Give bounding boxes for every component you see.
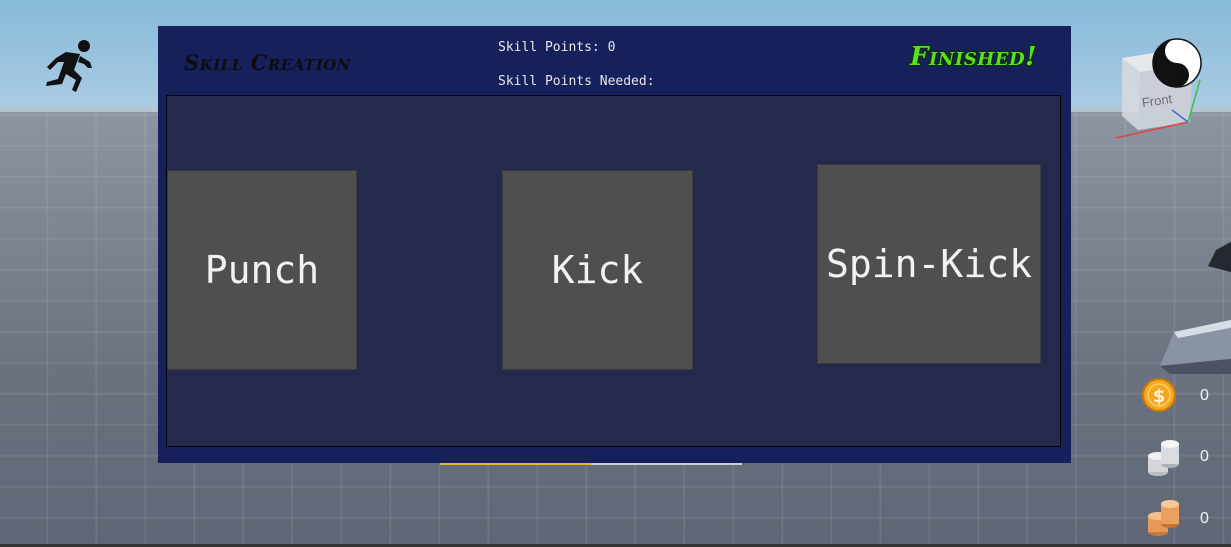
progress-fill (440, 463, 591, 465)
panel-title: Skill Creation (184, 50, 352, 75)
silver-coins-icon (1148, 440, 1179, 476)
dark-rock (1208, 241, 1231, 273)
skill-button-spin-kick[interactable]: Spin-Kick (817, 164, 1041, 364)
svg-text:$: $ (1153, 386, 1166, 407)
grey-wedge-block (1160, 319, 1231, 374)
yin-yang-icon (1152, 38, 1202, 88)
skill-points-needed-label: Skill Points Needed: (498, 74, 655, 89)
sprint-icon[interactable] (36, 38, 98, 94)
skill-points-label: Skill Points: 0 (498, 40, 616, 55)
gold-amount: 0 (1200, 387, 1209, 404)
currency-silver: 0 (1140, 438, 1230, 478)
progress-bar (440, 463, 742, 465)
skill-button-kick[interactable]: Kick (502, 170, 693, 370)
view-cube[interactable]: Front (1108, 36, 1208, 146)
gold-coin-icon: $ (1142, 378, 1176, 412)
skill-button-punch[interactable]: Punch (167, 170, 357, 370)
copper-coins-icon (1148, 500, 1179, 536)
silver-amount: 0 (1200, 448, 1209, 465)
currency-copper: 0 (1140, 500, 1230, 540)
skill-creation-panel: Skill Creation Skill Points: 0 Skill Poi… (158, 26, 1071, 463)
finished-button[interactable]: Finished! (910, 42, 1037, 72)
currency-gold: $ 0 (1140, 377, 1230, 417)
copper-amount: 0 (1200, 510, 1209, 527)
skills-container: Punch Kick Spin-Kick (166, 95, 1061, 447)
